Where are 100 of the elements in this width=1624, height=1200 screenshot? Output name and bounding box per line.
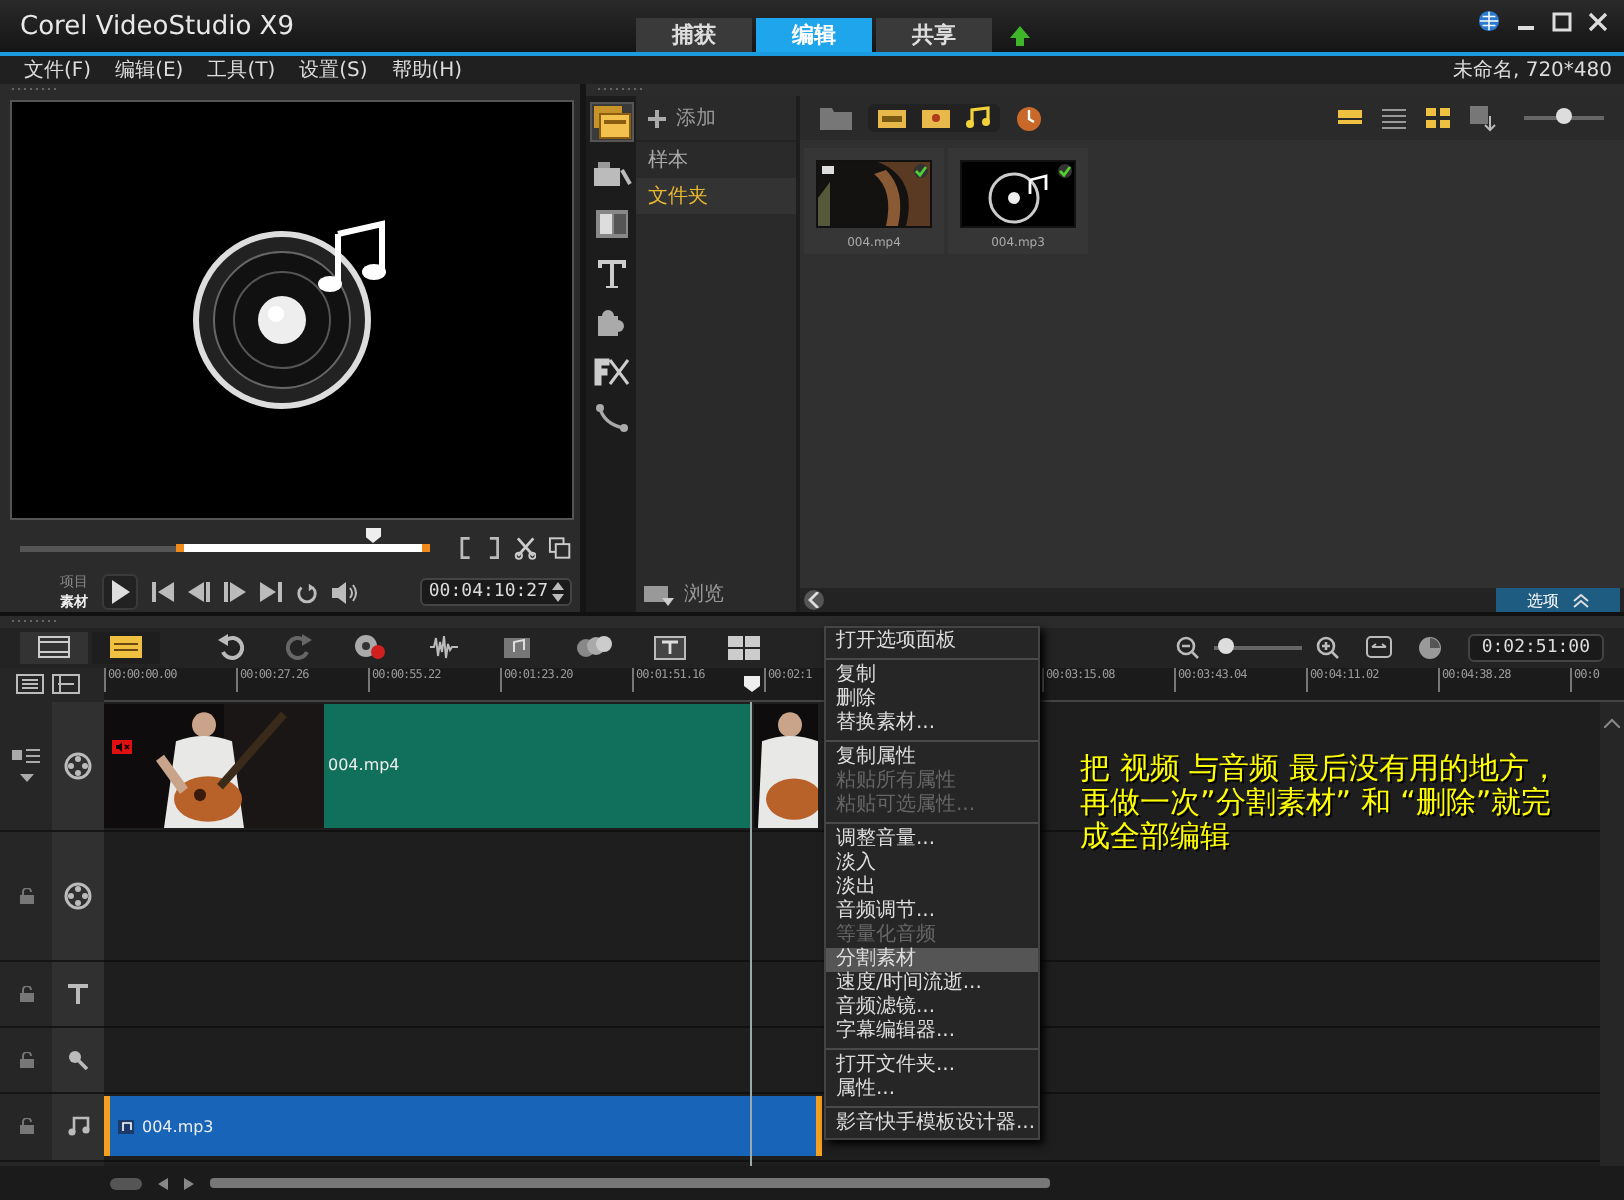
menu-item[interactable]: 帮助(H) xyxy=(391,56,463,84)
context-menu-item[interactable]: 删除 xyxy=(826,688,1038,712)
menu-item[interactable]: 设置(S) xyxy=(299,56,368,84)
context-menu-item[interactable]: 复制属性 xyxy=(826,740,1038,770)
globe-icon[interactable] xyxy=(1478,10,1500,32)
context-menu-item[interactable]: 字幕编辑器... xyxy=(826,1020,1038,1044)
context-menu-item[interactable]: 复制 xyxy=(826,658,1038,688)
multi-camera-icon[interactable] xyxy=(728,635,760,660)
context-menu-item[interactable]: 打开文件夹... xyxy=(826,1048,1038,1078)
video-clip[interactable]: 004.mp4 xyxy=(104,703,750,828)
storyboard-view-button[interactable] xyxy=(20,631,88,664)
menu-item[interactable]: 文件(F) xyxy=(24,56,92,84)
upload-arrow-icon[interactable] xyxy=(1008,23,1032,47)
media-icon[interactable] xyxy=(591,104,631,140)
mark-in-icon[interactable] xyxy=(458,536,475,560)
skip-start-icon[interactable] xyxy=(152,582,174,602)
film-reel-icon[interactable] xyxy=(64,881,92,910)
context-menu-item[interactable]: 淡入 xyxy=(826,852,1038,876)
lock-icon[interactable] xyxy=(19,887,33,904)
track-manager-icon[interactable] xyxy=(16,673,44,694)
redo-icon[interactable] xyxy=(286,634,312,661)
play-button[interactable] xyxy=(102,574,138,610)
zoom-in-icon[interactable] xyxy=(1315,635,1340,660)
motion-icon[interactable] xyxy=(576,634,612,661)
menu-item[interactable]: 工具(T) xyxy=(207,56,276,84)
scroll-up-icon[interactable] xyxy=(1604,717,1620,728)
close-icon[interactable] xyxy=(1588,11,1608,31)
menu-item[interactable]: 编辑(E) xyxy=(115,56,184,84)
context-menu-item[interactable]: 音频调节... xyxy=(826,900,1038,924)
play-icon[interactable] xyxy=(110,580,130,604)
transition-icon[interactable] xyxy=(593,208,629,240)
plus-icon[interactable] xyxy=(648,109,666,127)
context-menu-item[interactable]: 音频滤镜... xyxy=(826,996,1038,1020)
context-menu-item[interactable]: 替换素材... xyxy=(826,712,1038,736)
volume-icon[interactable] xyxy=(332,581,358,603)
sort-icon[interactable] xyxy=(1468,104,1496,132)
lock-icon[interactable] xyxy=(19,985,33,1002)
maximize-icon[interactable] xyxy=(1552,11,1572,31)
title-icon[interactable] xyxy=(595,258,627,290)
context-menu-item[interactable]: 影音快手模板设计器... xyxy=(826,1106,1038,1136)
horizontal-scrollbar[interactable] xyxy=(210,1178,1050,1189)
scroll-right-icon[interactable] xyxy=(184,1177,194,1190)
repeat-icon[interactable] xyxy=(296,581,318,603)
context-menu-item[interactable]: 淡出 xyxy=(826,876,1038,900)
context-menu-item[interactable]: 调整音量... xyxy=(826,822,1038,852)
timecode-field[interactable]: 00:04:10:27 xyxy=(420,578,572,606)
film-strip-icon[interactable] xyxy=(38,636,70,659)
context-menu-item[interactable]: 属性... xyxy=(826,1078,1038,1102)
fit-icon[interactable] xyxy=(1365,636,1392,659)
layers-icon[interactable] xyxy=(12,748,40,767)
camera-icon[interactable] xyxy=(591,158,631,190)
lock-icon[interactable] xyxy=(19,1051,33,1068)
audio-clip[interactable]: 004.mp3 xyxy=(104,1096,822,1157)
clock-icon[interactable] xyxy=(1016,105,1042,131)
mode-tab[interactable]: 捕获 xyxy=(636,18,752,52)
context-menu-item[interactable]: 分割素材 xyxy=(826,948,1038,972)
title-icon[interactable] xyxy=(68,983,88,1004)
thumbnail-view-icon[interactable] xyxy=(1336,106,1364,130)
playhead-marker[interactable] xyxy=(744,675,760,692)
scrub-handle[interactable] xyxy=(365,527,382,543)
folder-item[interactable]: 样本 xyxy=(636,142,796,178)
scroll-left-icon[interactable] xyxy=(158,1177,168,1190)
zoom-out-icon[interactable] xyxy=(1175,635,1200,660)
step-back-icon[interactable] xyxy=(188,582,210,602)
duration-field[interactable]: 0:02:51:00 xyxy=(1467,633,1604,662)
slider-thumb[interactable] xyxy=(1556,108,1572,124)
timeline-icon[interactable] xyxy=(110,636,142,659)
image-filter-icon[interactable] xyxy=(920,106,952,130)
options-button[interactable]: 选项 xyxy=(1496,588,1620,612)
record-icon[interactable] xyxy=(354,634,386,661)
context-menu-item[interactable]: 打开选项面板 xyxy=(826,630,1038,654)
subtitle-icon[interactable] xyxy=(654,635,686,660)
list-view-icon[interactable] xyxy=(1380,106,1408,130)
context-menu-item[interactable]: 速度/时间流逝... xyxy=(826,972,1038,996)
folder-icon[interactable] xyxy=(644,583,676,605)
timeline-view-button[interactable] xyxy=(92,631,160,664)
scissors-icon[interactable] xyxy=(513,536,537,560)
slider-thumb[interactable] xyxy=(1218,637,1235,654)
path-icon[interactable] xyxy=(595,404,627,432)
spin-arrows-icon[interactable] xyxy=(552,582,564,602)
mode-tab[interactable]: 共享 xyxy=(876,18,992,52)
browse-label[interactable]: 浏览 xyxy=(684,580,724,608)
grid-view-icon[interactable] xyxy=(1424,106,1452,130)
fx-icon[interactable] xyxy=(593,358,629,386)
skip-end-icon[interactable] xyxy=(260,582,282,602)
folder-item[interactable]: 文件夹 xyxy=(636,178,796,214)
video-filter-icon[interactable] xyxy=(876,106,908,130)
puzzle-icon[interactable] xyxy=(593,308,629,340)
dropdown-arrow-icon[interactable] xyxy=(19,774,33,783)
microphone-icon[interactable] xyxy=(68,1049,88,1070)
clip-name: 004.mp3 xyxy=(142,1117,214,1136)
copy-icon[interactable] xyxy=(548,536,573,560)
lock-icon[interactable] xyxy=(19,1118,33,1135)
mark-out-icon[interactable] xyxy=(486,536,502,560)
add-label[interactable]: 添加 xyxy=(676,104,716,132)
chevron-up-icon[interactable] xyxy=(1571,593,1589,607)
undo-icon[interactable] xyxy=(218,634,244,661)
step-forward-icon[interactable] xyxy=(224,582,246,602)
film-reel-icon[interactable] xyxy=(64,751,92,780)
waveform-icon[interactable] xyxy=(428,634,460,661)
